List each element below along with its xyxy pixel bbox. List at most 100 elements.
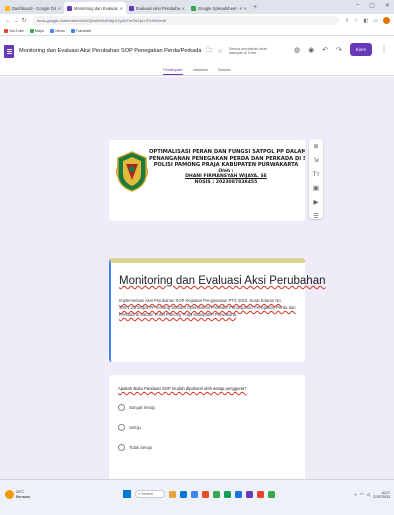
add-question-icon[interactable]: ⊕ [313, 142, 318, 152]
clock[interactable]: 10:27 27/07/2023 [373, 491, 390, 499]
sun-icon [5, 490, 14, 499]
tab-list: Dashboard - Google Drive✕Monitoring dan … [2, 0, 250, 14]
browser-tab[interactable]: Dashboard - Google Drive✕ [2, 2, 64, 14]
windows-start-icon[interactable] [123, 490, 131, 498]
taskbar-apps [169, 490, 275, 498]
browser-tab[interactable]: Monitoring dan Evaluasi Aksi P...✕ [64, 2, 126, 14]
more-vert-icon[interactable]: ⋮ [380, 45, 388, 54]
question-text[interactable]: Apakah Buku Panduan SOP mudah dipahami o… [118, 386, 296, 391]
taskbar-app-icon[interactable] [246, 490, 253, 498]
google-forms-logo-icon[interactable] [4, 44, 14, 58]
weather-desc: Berawan [16, 494, 31, 499]
option-3[interactable]: Tidak Setuju [118, 444, 296, 451]
browser-tab[interactable]: Evaluasi Aksi Perubahan - Go...✕ [126, 2, 188, 14]
tab-setelan[interactable]: Setelan [218, 65, 231, 75]
share-icon[interactable]: ⇪ [345, 18, 349, 24]
tab-close-icon[interactable]: ✕ [182, 6, 185, 11]
floating-toolbar: ⊕ ⇲ Tт ▣ ▶ ☰ [309, 139, 323, 222]
volume-icon[interactable]: ◁ [367, 492, 370, 498]
tab-label: Google Spreadsheet - Analisis... [198, 5, 242, 11]
tab-close-icon[interactable]: ✕ [120, 6, 123, 11]
form-document-title[interactable]: Monitoring dan Evaluasi Aksi Perubahan S… [19, 48, 201, 54]
banner-line-1: OPTIMALISASI PERAN DAN FUNGSI SATPOL PP … [149, 149, 305, 155]
weather-widget[interactable]: 24°C Berawan [5, 490, 30, 499]
extensions-icon[interactable]: ◧ [364, 18, 369, 24]
add-video-icon[interactable]: ▶ [314, 198, 319, 208]
taskbar-app-icon[interactable] [191, 490, 198, 498]
taskbar-app-icon[interactable] [169, 490, 176, 498]
folder-icon[interactable]: 🗀 [206, 46, 212, 56]
bookmark-item[interactable]: Maps [29, 29, 45, 33]
tab-pertanyaan[interactable]: Pertanyaan [163, 65, 183, 75]
form-title[interactable]: Monitoring dan Evaluasi Aksi Perubahan [119, 275, 326, 287]
radio-circle[interactable] [118, 404, 125, 411]
minimize-button[interactable]: – [356, 2, 359, 9]
forward-icon[interactable]: → [12, 18, 20, 24]
bookmark-star-icon[interactable]: ☆ [354, 18, 358, 24]
tab-close-icon[interactable]: ✕ [244, 6, 247, 11]
preview-eye-icon[interactable]: ◉ [308, 46, 314, 54]
wifi-icon[interactable]: ◠ [360, 492, 364, 498]
bookmark-label: Translate [75, 29, 92, 33]
option-label: Sangat Setuju [129, 405, 156, 410]
system-tray: ^ ◠ ◁ 10:27 27/07/2023 [354, 491, 390, 499]
bookmark-item[interactable]: News [50, 29, 65, 33]
banner-text: OPTIMALISASI PERAN DAN FUNGSI SATPOL PP … [149, 149, 305, 185]
banner-nosis: NOSIS : 2023087838455 [194, 179, 258, 185]
undo-icon[interactable]: ↶ [322, 46, 328, 54]
taskbar-app-icon[interactable] [180, 490, 187, 498]
bookmark-item[interactable]: Translate [70, 29, 92, 33]
back-icon[interactable]: ← [4, 18, 12, 24]
url-input[interactable]: docs.google.com/forms/d/1mQ5u9zWvE8IjL0X… [32, 16, 339, 25]
add-section-icon[interactable]: ☰ [313, 212, 319, 222]
search-icon: ⌕ [138, 492, 141, 496]
profile-avatar[interactable] [383, 17, 390, 24]
taskbar-app-icon[interactable] [202, 490, 209, 498]
option-label: Tidak Setuju [129, 445, 153, 450]
browser-tab[interactable]: Google Spreadsheet - Analisis...✕ [188, 2, 250, 14]
bookmark-favicon-icon [29, 29, 34, 33]
add-title-icon[interactable]: Tт [313, 170, 320, 180]
bookmark-label: Maps [34, 29, 45, 33]
taskbar-app-icon[interactable] [235, 490, 242, 498]
tab-jawaban[interactable]: Jawaban [193, 65, 208, 75]
form-title-card[interactable]: Monitoring dan Evaluasi Aksi Perubahan I… [109, 258, 326, 362]
redo-icon[interactable]: ↷ [336, 46, 342, 54]
send-button[interactable]: Kirim [350, 43, 372, 56]
toolbar-actions: ⇪ ☆ ◧ ▭ [345, 17, 390, 24]
header-actions: ◍ ◉ ↶ ↷ Kirim ⋮ [294, 43, 388, 56]
question-card[interactable]: Apakah Buku Panduan SOP mudah dipahami o… [109, 375, 305, 479]
search-label: Search [141, 492, 154, 496]
new-tab-button[interactable]: + [253, 4, 257, 11]
window-controls: – ▢ ✕ [356, 2, 390, 9]
tab-close-icon[interactable]: ✕ [58, 6, 61, 11]
header-image-card: OPTIMALISASI PERAN DAN FUNGSI SATPOL PP … [109, 140, 305, 221]
taskbar-search[interactable]: ⌕ Search [135, 490, 165, 498]
taskbar-app-icon[interactable] [268, 490, 275, 498]
reload-icon[interactable]: ↻ [20, 17, 28, 24]
chevron-up-icon[interactable]: ^ [354, 493, 356, 498]
taskbar-app-icon[interactable] [213, 490, 220, 498]
import-questions-icon[interactable]: ⇲ [313, 156, 318, 166]
bookmark-item[interactable]: YouTube [4, 29, 24, 33]
tab-favicon-icon [67, 5, 72, 11]
sidepanel-icon[interactable]: ▭ [373, 18, 378, 24]
palette-icon[interactable]: ◍ [294, 46, 300, 54]
maximize-button[interactable]: ▢ [369, 2, 375, 9]
radio-circle[interactable] [118, 444, 125, 451]
tab-favicon-icon [5, 5, 10, 11]
form-canvas: OPTIMALISASI PERAN DAN FUNGSI SATPOL PP … [0, 77, 394, 479]
radio-circle[interactable] [118, 424, 125, 431]
taskbar-app-icon[interactable] [257, 490, 264, 498]
regency-emblem-icon [116, 151, 148, 192]
address-bar-row: ← → ↻ docs.google.com/forms/d/1mQ5u9zWvE… [0, 14, 394, 27]
os-taskbar: 24°C Berawan ⌕ Search ^ ◠ ◁ 10:27 27/07/2… [0, 479, 394, 515]
add-image-icon[interactable]: ▣ [313, 184, 319, 194]
option-1[interactable]: Sangat Setuju [118, 404, 296, 411]
taskbar-app-icon[interactable] [224, 490, 231, 498]
clock-date: 27/07/2023 [373, 495, 390, 499]
close-window-button[interactable]: ✕ [385, 2, 390, 9]
form-description[interactable]: Implementasi Aksi Perubahan SOP Kegiatan… [119, 297, 297, 318]
option-2[interactable]: Setuju [118, 424, 296, 431]
star-icon[interactable]: ☆ [217, 48, 222, 55]
